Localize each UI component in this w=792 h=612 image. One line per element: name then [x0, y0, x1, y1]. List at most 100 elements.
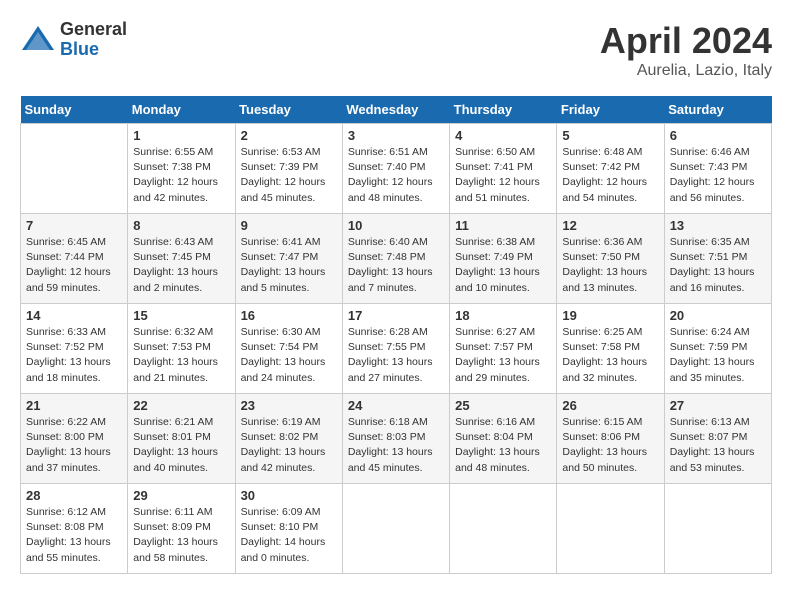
day-info: Sunrise: 6:35 AMSunset: 7:51 PMDaylight:…: [670, 235, 766, 296]
day-number: 5: [562, 128, 658, 143]
calendar-header-row: SundayMondayTuesdayWednesdayThursdayFrid…: [21, 96, 772, 124]
day-number: 12: [562, 218, 658, 233]
day-number: 10: [348, 218, 444, 233]
column-header-wednesday: Wednesday: [342, 96, 449, 124]
calendar-cell: 6 Sunrise: 6:46 AMSunset: 7:43 PMDaylight…: [664, 124, 771, 214]
day-info: Sunrise: 6:13 AMSunset: 8:07 PMDaylight:…: [670, 415, 766, 476]
day-info: Sunrise: 6:09 AMSunset: 8:10 PMDaylight:…: [241, 505, 337, 566]
day-info: Sunrise: 6:16 AMSunset: 8:04 PMDaylight:…: [455, 415, 551, 476]
location: Aurelia, Lazio, Italy: [600, 62, 772, 80]
day-number: 11: [455, 218, 551, 233]
day-number: 2: [241, 128, 337, 143]
calendar-cell: [342, 484, 449, 574]
logo: General Blue: [20, 20, 127, 60]
column-header-saturday: Saturday: [664, 96, 771, 124]
calendar-cell: 21 Sunrise: 6:22 AMSunset: 8:00 PMDayligh…: [21, 394, 128, 484]
day-number: 26: [562, 398, 658, 413]
day-info: Sunrise: 6:33 AMSunset: 7:52 PMDaylight:…: [26, 325, 122, 386]
day-number: 23: [241, 398, 337, 413]
day-number: 30: [241, 488, 337, 503]
day-info: Sunrise: 6:15 AMSunset: 8:06 PMDaylight:…: [562, 415, 658, 476]
logo-text: General Blue: [60, 20, 127, 60]
column-header-sunday: Sunday: [21, 96, 128, 124]
calendar-cell: 23 Sunrise: 6:19 AMSunset: 8:02 PMDayligh…: [235, 394, 342, 484]
day-info: Sunrise: 6:18 AMSunset: 8:03 PMDaylight:…: [348, 415, 444, 476]
day-number: 25: [455, 398, 551, 413]
calendar-cell: 11 Sunrise: 6:38 AMSunset: 7:49 PMDayligh…: [450, 214, 557, 304]
day-info: Sunrise: 6:30 AMSunset: 7:54 PMDaylight:…: [241, 325, 337, 386]
day-info: Sunrise: 6:27 AMSunset: 7:57 PMDaylight:…: [455, 325, 551, 386]
day-info: Sunrise: 6:28 AMSunset: 7:55 PMDaylight:…: [348, 325, 444, 386]
day-info: Sunrise: 6:11 AMSunset: 8:09 PMDaylight:…: [133, 505, 229, 566]
logo-general: General: [60, 20, 127, 40]
day-number: 29: [133, 488, 229, 503]
day-number: 7: [26, 218, 122, 233]
calendar-week-row: 7 Sunrise: 6:45 AMSunset: 7:44 PMDaylight…: [21, 214, 772, 304]
calendar-cell: 8Sunrise: 6:43 AMSunset: 7:45 PMDaylight…: [128, 214, 235, 304]
calendar-cell: 28 Sunrise: 6:12 AMSunset: 8:08 PMDayligh…: [21, 484, 128, 574]
day-info: Sunrise: 6:22 AMSunset: 8:00 PMDaylight:…: [26, 415, 122, 476]
day-number: 20: [670, 308, 766, 323]
page-header: General Blue April 2024 Aurelia, Lazio, …: [20, 20, 772, 80]
calendar-week-row: 28 Sunrise: 6:12 AMSunset: 8:08 PMDayligh…: [21, 484, 772, 574]
day-info: Sunrise: 6:38 AMSunset: 7:49 PMDaylight:…: [455, 235, 551, 296]
calendar-cell: 30 Sunrise: 6:09 AMSunset: 8:10 PMDayligh…: [235, 484, 342, 574]
calendar-week-row: 14 Sunrise: 6:33 AMSunset: 7:52 PMDayligh…: [21, 304, 772, 394]
day-number: 27: [670, 398, 766, 413]
calendar-cell: 12Sunrise: 6:36 AMSunset: 7:50 PMDayligh…: [557, 214, 664, 304]
day-number: 21: [26, 398, 122, 413]
day-number: 28: [26, 488, 122, 503]
calendar-cell: 5 Sunrise: 6:48 AMSunset: 7:42 PMDaylight…: [557, 124, 664, 214]
calendar-cell: 15Sunrise: 6:32 AMSunset: 7:53 PMDayligh…: [128, 304, 235, 394]
calendar-week-row: 21 Sunrise: 6:22 AMSunset: 8:00 PMDayligh…: [21, 394, 772, 484]
day-info: Sunrise: 6:53 AMSunset: 7:39 PMDaylight:…: [241, 145, 337, 206]
calendar-cell: 29 Sunrise: 6:11 AMSunset: 8:09 PMDayligh…: [128, 484, 235, 574]
day-number: 8: [133, 218, 229, 233]
calendar-cell: 4Sunrise: 6:50 AMSunset: 7:41 PMDaylight…: [450, 124, 557, 214]
day-number: 24: [348, 398, 444, 413]
calendar-cell: 26 Sunrise: 6:15 AMSunset: 8:06 PMDayligh…: [557, 394, 664, 484]
day-info: Sunrise: 6:21 AMSunset: 8:01 PMDaylight:…: [133, 415, 229, 476]
column-header-friday: Friday: [557, 96, 664, 124]
calendar-cell: [557, 484, 664, 574]
day-info: Sunrise: 6:24 AMSunset: 7:59 PMDaylight:…: [670, 325, 766, 386]
calendar-cell: 18Sunrise: 6:27 AMSunset: 7:57 PMDayligh…: [450, 304, 557, 394]
column-header-monday: Monday: [128, 96, 235, 124]
day-info: Sunrise: 6:25 AMSunset: 7:58 PMDaylight:…: [562, 325, 658, 386]
calendar-cell: 16 Sunrise: 6:30 AMSunset: 7:54 PMDayligh…: [235, 304, 342, 394]
day-info: Sunrise: 6:51 AMSunset: 7:40 PMDaylight:…: [348, 145, 444, 206]
logo-blue: Blue: [60, 40, 127, 60]
day-info: Sunrise: 6:45 AMSunset: 7:44 PMDaylight:…: [26, 235, 122, 296]
calendar-cell: 20 Sunrise: 6:24 AMSunset: 7:59 PMDayligh…: [664, 304, 771, 394]
day-number: 1: [133, 128, 229, 143]
day-number: 6: [670, 128, 766, 143]
calendar-cell: 10Sunrise: 6:40 AMSunset: 7:48 PMDayligh…: [342, 214, 449, 304]
calendar-cell: 7 Sunrise: 6:45 AMSunset: 7:44 PMDaylight…: [21, 214, 128, 304]
day-number: 19: [562, 308, 658, 323]
day-number: 4: [455, 128, 551, 143]
calendar-cell: 1Sunrise: 6:55 AMSunset: 7:38 PMDaylight…: [128, 124, 235, 214]
day-info: Sunrise: 6:12 AMSunset: 8:08 PMDaylight:…: [26, 505, 122, 566]
calendar-table: SundayMondayTuesdayWednesdayThursdayFrid…: [20, 96, 772, 574]
title-block: April 2024 Aurelia, Lazio, Italy: [600, 20, 772, 80]
month-title: April 2024: [600, 20, 772, 62]
calendar-cell: 13Sunrise: 6:35 AMSunset: 7:51 PMDayligh…: [664, 214, 771, 304]
day-number: 14: [26, 308, 122, 323]
day-info: Sunrise: 6:46 AMSunset: 7:43 PMDaylight:…: [670, 145, 766, 206]
calendar-week-row: 1Sunrise: 6:55 AMSunset: 7:38 PMDaylight…: [21, 124, 772, 214]
day-info: Sunrise: 6:19 AMSunset: 8:02 PMDaylight:…: [241, 415, 337, 476]
calendar-cell: 17 Sunrise: 6:28 AMSunset: 7:55 PMDayligh…: [342, 304, 449, 394]
calendar-cell: 19 Sunrise: 6:25 AMSunset: 7:58 PMDayligh…: [557, 304, 664, 394]
calendar-cell: [450, 484, 557, 574]
day-info: Sunrise: 6:41 AMSunset: 7:47 PMDaylight:…: [241, 235, 337, 296]
column-header-thursday: Thursday: [450, 96, 557, 124]
day-info: Sunrise: 6:32 AMSunset: 7:53 PMDaylight:…: [133, 325, 229, 386]
calendar-cell: 25 Sunrise: 6:16 AMSunset: 8:04 PMDayligh…: [450, 394, 557, 484]
day-number: 17: [348, 308, 444, 323]
calendar-cell: 27 Sunrise: 6:13 AMSunset: 8:07 PMDayligh…: [664, 394, 771, 484]
calendar-cell: 2 Sunrise: 6:53 AMSunset: 7:39 PMDaylight…: [235, 124, 342, 214]
day-info: Sunrise: 6:48 AMSunset: 7:42 PMDaylight:…: [562, 145, 658, 206]
day-number: 16: [241, 308, 337, 323]
day-number: 22: [133, 398, 229, 413]
calendar-cell: 9Sunrise: 6:41 AMSunset: 7:47 PMDaylight…: [235, 214, 342, 304]
